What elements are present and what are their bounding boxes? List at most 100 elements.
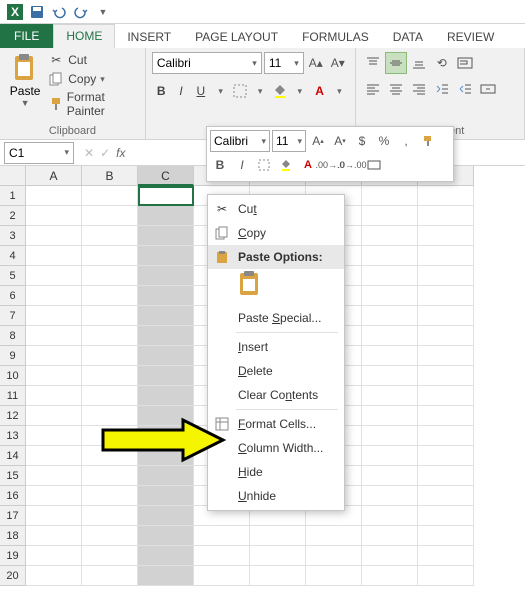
cell[interactable] <box>362 266 418 286</box>
cell[interactable] <box>418 486 474 506</box>
cell[interactable] <box>362 426 418 446</box>
cell[interactable] <box>138 486 194 506</box>
menu-cut[interactable]: ✂Cut <box>208 197 344 221</box>
cell[interactable] <box>26 186 82 206</box>
cell[interactable] <box>26 306 82 326</box>
mini-borders[interactable] <box>254 154 274 176</box>
cell[interactable] <box>82 506 138 526</box>
cell[interactable] <box>362 246 418 266</box>
cell[interactable] <box>362 346 418 366</box>
underline-button[interactable]: U <box>191 80 210 102</box>
qat-dropdown-icon[interactable]: ▼ <box>94 3 112 21</box>
cell[interactable] <box>418 306 474 326</box>
cell[interactable] <box>362 306 418 326</box>
cell[interactable] <box>82 206 138 226</box>
cell[interactable] <box>362 186 418 206</box>
align-middle-button[interactable] <box>385 52 407 74</box>
row-header[interactable]: 10 <box>0 366 26 386</box>
cell[interactable] <box>362 546 418 566</box>
cell[interactable] <box>26 286 82 306</box>
menu-column-width[interactable]: Column Width... <box>208 436 344 460</box>
cell[interactable] <box>418 546 474 566</box>
save-icon[interactable] <box>28 3 46 21</box>
cell[interactable] <box>26 566 82 586</box>
cell[interactable] <box>26 506 82 526</box>
tab-file[interactable]: FILE <box>0 24 53 48</box>
increase-indent-button[interactable] <box>454 78 476 100</box>
fill-color-button[interactable] <box>271 80 290 102</box>
row-header[interactable]: 9 <box>0 346 26 366</box>
cell[interactable] <box>26 526 82 546</box>
column-header[interactable]: B <box>82 166 138 186</box>
cell[interactable] <box>138 286 194 306</box>
cell[interactable] <box>138 566 194 586</box>
column-header[interactable]: A <box>26 166 82 186</box>
cell[interactable] <box>418 246 474 266</box>
row-header[interactable]: 16 <box>0 486 26 506</box>
cell[interactable] <box>82 446 138 466</box>
shrink-font-button[interactable]: A▾ <box>328 52 348 74</box>
cell[interactable] <box>418 206 474 226</box>
row-header[interactable]: 6 <box>0 286 26 306</box>
menu-hide[interactable]: Hide <box>208 460 344 484</box>
cell[interactable] <box>418 466 474 486</box>
cancel-formula-icon[interactable]: ✕ <box>84 146 94 160</box>
cell[interactable] <box>418 366 474 386</box>
cell[interactable] <box>82 526 138 546</box>
select-all-corner[interactable] <box>0 166 26 186</box>
menu-delete[interactable]: Delete <box>208 359 344 383</box>
cell[interactable] <box>362 386 418 406</box>
grow-font-button[interactable]: A▴ <box>306 52 326 74</box>
borders-button[interactable] <box>231 80 250 102</box>
borders-dropdown[interactable]: ▾ <box>251 80 270 102</box>
cell[interactable] <box>418 526 474 546</box>
mini-shrink-font[interactable]: A▾ <box>330 130 350 152</box>
cell[interactable] <box>26 426 82 446</box>
cell[interactable] <box>306 526 362 546</box>
tab-data[interactable]: DATA <box>381 26 435 48</box>
tab-insert[interactable]: INSERT <box>115 26 183 48</box>
cell[interactable] <box>138 206 194 226</box>
cell[interactable] <box>418 506 474 526</box>
menu-clear-contents[interactable]: Clear Contents <box>208 383 344 407</box>
cell[interactable] <box>26 466 82 486</box>
insert-function-button[interactable]: fx <box>116 146 125 160</box>
mini-grow-font[interactable]: A▴ <box>308 130 328 152</box>
cell[interactable] <box>418 266 474 286</box>
redo-icon[interactable] <box>72 3 90 21</box>
format-painter-button[interactable]: Format Painter <box>48 90 139 118</box>
cell[interactable] <box>138 326 194 346</box>
cell[interactable] <box>26 486 82 506</box>
cell[interactable] <box>82 386 138 406</box>
font-color-button[interactable]: A <box>310 80 329 102</box>
cell[interactable] <box>418 346 474 366</box>
cell[interactable] <box>418 386 474 406</box>
cell[interactable] <box>138 366 194 386</box>
menu-unhide[interactable]: Unhide <box>208 484 344 508</box>
row-header[interactable]: 11 <box>0 386 26 406</box>
cell[interactable] <box>82 346 138 366</box>
cell[interactable] <box>82 286 138 306</box>
copy-button[interactable]: Copy▾ <box>48 71 139 87</box>
row-header[interactable]: 18 <box>0 526 26 546</box>
cell[interactable] <box>362 486 418 506</box>
cell[interactable] <box>82 246 138 266</box>
cell[interactable] <box>26 406 82 426</box>
cut-button[interactable]: ✂Cut <box>48 52 139 68</box>
row-header[interactable]: 17 <box>0 506 26 526</box>
mini-fill-color[interactable] <box>276 154 296 176</box>
cell[interactable] <box>138 266 194 286</box>
mini-italic[interactable]: I <box>232 154 252 176</box>
row-header[interactable]: 5 <box>0 266 26 286</box>
cell[interactable] <box>138 526 194 546</box>
cell[interactable] <box>82 426 138 446</box>
row-header[interactable]: 20 <box>0 566 26 586</box>
mini-font-combo[interactable]: Calibri▾ <box>210 130 270 152</box>
font-size-combo[interactable]: 11▾ <box>264 52 304 74</box>
cell[interactable] <box>82 566 138 586</box>
cell[interactable] <box>362 466 418 486</box>
undo-icon[interactable] <box>50 3 68 21</box>
align-bottom-button[interactable] <box>408 52 430 74</box>
cell[interactable] <box>138 226 194 246</box>
menu-copy[interactable]: Copy <box>208 221 344 245</box>
